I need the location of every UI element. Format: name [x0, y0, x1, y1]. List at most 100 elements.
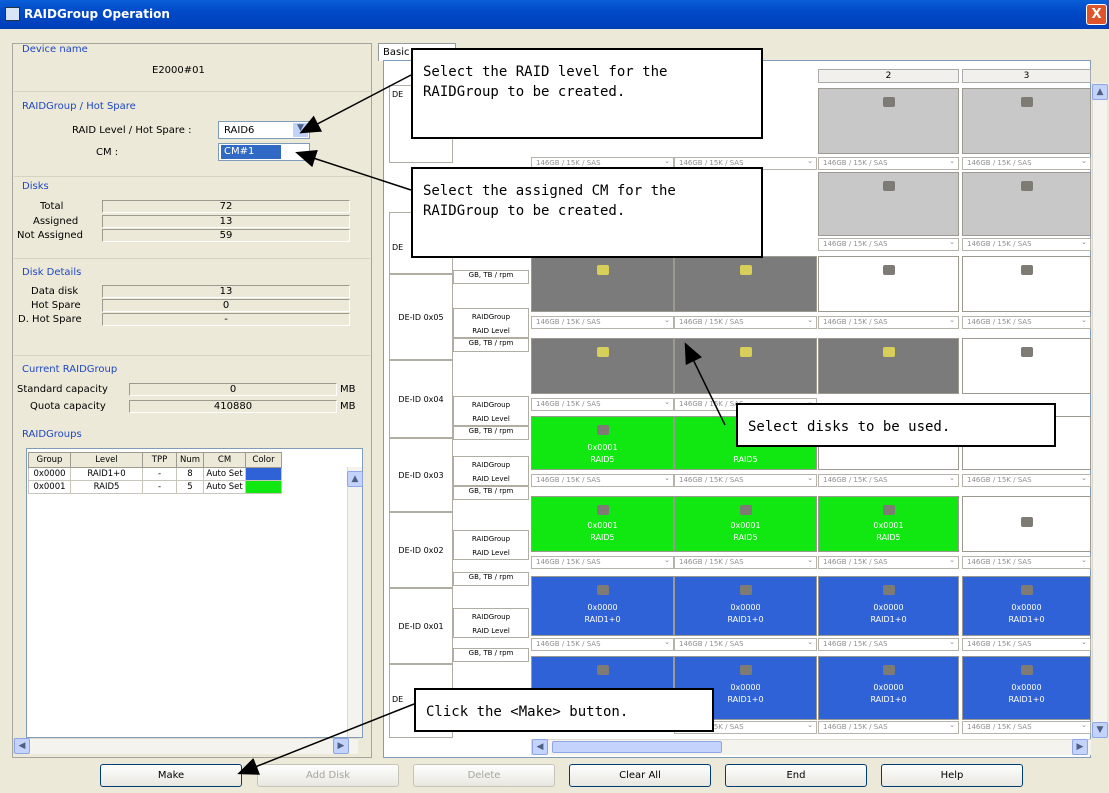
disk-cell[interactable] — [531, 256, 674, 312]
scroll-up-icon[interactable]: ▲ — [1092, 84, 1108, 100]
disk-select[interactable]: 146GB / 15K / SAS — [818, 315, 959, 329]
raid-level-select[interactable]: RAID6 ▼ — [218, 121, 310, 139]
disk-icon — [1020, 347, 1033, 357]
add-disk-button[interactable]: Add Disk — [257, 764, 399, 787]
disk-select[interactable]: 146GB / 15K / SAS — [962, 720, 1091, 734]
disk-select[interactable]: 146GB / 15K / SAS — [674, 637, 817, 651]
disk-cell[interactable] — [674, 256, 817, 312]
disk-cell[interactable]: 0x0001 RAID5 — [674, 496, 817, 552]
scroll-right-icon[interactable]: ▶ — [1072, 739, 1088, 755]
disk-cell[interactable]: 0x0001 RAID5 — [531, 496, 674, 552]
raid-level-value: RAID6 — [224, 125, 255, 136]
details-section-title: Disk Details — [22, 267, 82, 278]
disk-cell[interactable]: 0x0000 RAID1+0 — [674, 576, 817, 636]
disk-select[interactable]: 146GB / 15K / SAS — [962, 315, 1091, 329]
scroll-left-icon[interactable]: ◀ — [14, 738, 30, 754]
disk-select[interactable]: 146GB / 15K / SAS — [962, 555, 1091, 569]
column-header[interactable]: Num — [175, 452, 205, 468]
disk-select[interactable]: 146GB / 15K / SAS — [531, 473, 674, 487]
column-header[interactable]: TPP — [142, 452, 177, 468]
d-hot-spare-field: - — [102, 313, 350, 326]
disk-cell[interactable]: 0x0000 RAID1+0 — [962, 576, 1091, 636]
row-label: DE-ID 0x03 — [389, 438, 453, 512]
table-row[interactable]: 0x0001 RAID5 - 5 Auto Set — [28, 480, 283, 494]
disk-select[interactable]: 146GB / 15K / SAS — [818, 237, 959, 251]
table-vertical-scrollbar[interactable] — [347, 467, 362, 737]
column-header[interactable]: Level — [70, 452, 143, 468]
scroll-right-icon[interactable]: ▶ — [333, 738, 349, 754]
disk-select[interactable]: 146GB / 15K / SAS — [674, 555, 817, 569]
disk-cell[interactable]: 0x0000 RAID1+0 — [818, 576, 959, 636]
disk-icon — [882, 505, 895, 515]
disk-select[interactable]: 146GB / 15K / SAS — [818, 720, 959, 734]
end-button[interactable]: End — [725, 764, 867, 787]
hot-spare-label: Hot Spare — [31, 300, 81, 311]
scroll-thumb[interactable] — [552, 741, 722, 753]
disk-cell[interactable] — [818, 256, 959, 312]
data-disk-label: Data disk — [31, 286, 79, 297]
disk-cell[interactable] — [962, 496, 1091, 552]
disk-cell[interactable] — [674, 338, 817, 394]
scroll-down-icon[interactable]: ▼ — [1092, 722, 1108, 738]
disk-cell[interactable] — [818, 88, 959, 154]
group-cell: 0x0001 — [28, 480, 71, 494]
disk-cell[interactable] — [962, 256, 1091, 312]
disk-icon — [1020, 265, 1033, 275]
disk-cell[interactable] — [962, 172, 1091, 236]
disk-cell[interactable] — [962, 88, 1091, 154]
disk-select[interactable]: 146GB / 15K / SAS — [962, 156, 1091, 170]
disk-select[interactable]: 146GB / 15K / SAS — [962, 237, 1091, 251]
disk-select[interactable]: 146GB / 15K / SAS — [962, 637, 1091, 651]
column-header[interactable]: CM — [203, 452, 247, 468]
make-button[interactable]: Make — [100, 764, 242, 787]
disk-cell[interactable] — [818, 172, 959, 236]
row-sublabel: GB, TB / rpm — [453, 648, 529, 662]
disk-cell[interactable]: 0x0000 RAID1+0 — [962, 656, 1091, 720]
not-assigned-label: Not Assigned — [17, 230, 83, 241]
disk-icon — [1020, 517, 1033, 527]
disk-select[interactable]: 146GB / 15K / SAS — [531, 315, 674, 329]
close-button[interactable]: X — [1086, 4, 1107, 25]
disk-cell[interactable]: 0x0001 RAID5 — [818, 496, 959, 552]
row-sublabel: GB, TB / rpm — [453, 270, 529, 284]
left-horizontal-scrollbar[interactable] — [13, 738, 358, 754]
delete-button[interactable]: Delete — [413, 764, 555, 787]
row-sublabel: RAIDGroup RAID Level — [453, 456, 529, 486]
disk-icon — [739, 505, 752, 515]
disk-select[interactable]: 146GB / 15K / SAS — [818, 473, 959, 487]
disk-select[interactable]: 146GB / 15K / SAS — [962, 473, 1091, 487]
scroll-up-icon[interactable]: ▲ — [347, 471, 363, 487]
disk-cell[interactable] — [531, 338, 674, 394]
clear-all-button[interactable]: Clear All — [569, 764, 711, 787]
disk-icon — [882, 347, 895, 357]
disk-cell[interactable] — [962, 338, 1091, 394]
tpp-cell: - — [142, 467, 177, 481]
disk-select[interactable]: 146GB / 15K / SAS — [531, 555, 674, 569]
disk-select[interactable]: 146GB / 15K / SAS — [818, 156, 959, 170]
level-cell: RAID1+0 — [70, 467, 143, 481]
chevron-down-icon[interactable]: ▼ — [293, 123, 308, 137]
column-header[interactable]: Color — [245, 452, 283, 468]
disk-select[interactable]: 146GB / 15K / SAS — [531, 397, 674, 411]
disk-cell[interactable] — [818, 338, 959, 394]
cm-select[interactable]: CM#1 — [218, 143, 310, 161]
disk-cell[interactable]: 0x0001 RAID5 — [531, 416, 674, 470]
column-header[interactable]: Group — [28, 452, 71, 468]
disk-select[interactable]: 146GB / 15K / SAS — [674, 473, 817, 487]
table-row[interactable]: 0x0000 RAID1+0 - 8 Auto Set — [28, 467, 283, 481]
disk-select[interactable]: 146GB / 15K / SAS — [818, 555, 959, 569]
disk-select[interactable]: 146GB / 15K / SAS — [674, 315, 817, 329]
disk-cell[interactable]: 0x0000 RAID1+0 — [531, 576, 674, 636]
disk-select[interactable]: 146GB / 15K / SAS — [531, 637, 674, 651]
callout-raid-level: Select the RAID level for the RAIDGroup … — [411, 48, 763, 139]
row-sublabel: GB, TB / rpm — [453, 338, 529, 352]
disk-cell[interactable]: 0x0000 RAID1+0 — [818, 656, 959, 720]
row-sublabel: RAIDGroup RAID Level — [453, 396, 529, 426]
disk-select[interactable]: 146GB / 15K / SAS — [818, 637, 959, 651]
hot-spare-field: 0 — [102, 299, 350, 312]
scroll-left-icon[interactable]: ◀ — [532, 739, 548, 755]
divider — [14, 355, 370, 356]
grid-vertical-scrollbar[interactable] — [1092, 83, 1107, 738]
row-label: DE-ID 0x02 — [389, 512, 453, 588]
help-button[interactable]: Help — [881, 764, 1023, 787]
